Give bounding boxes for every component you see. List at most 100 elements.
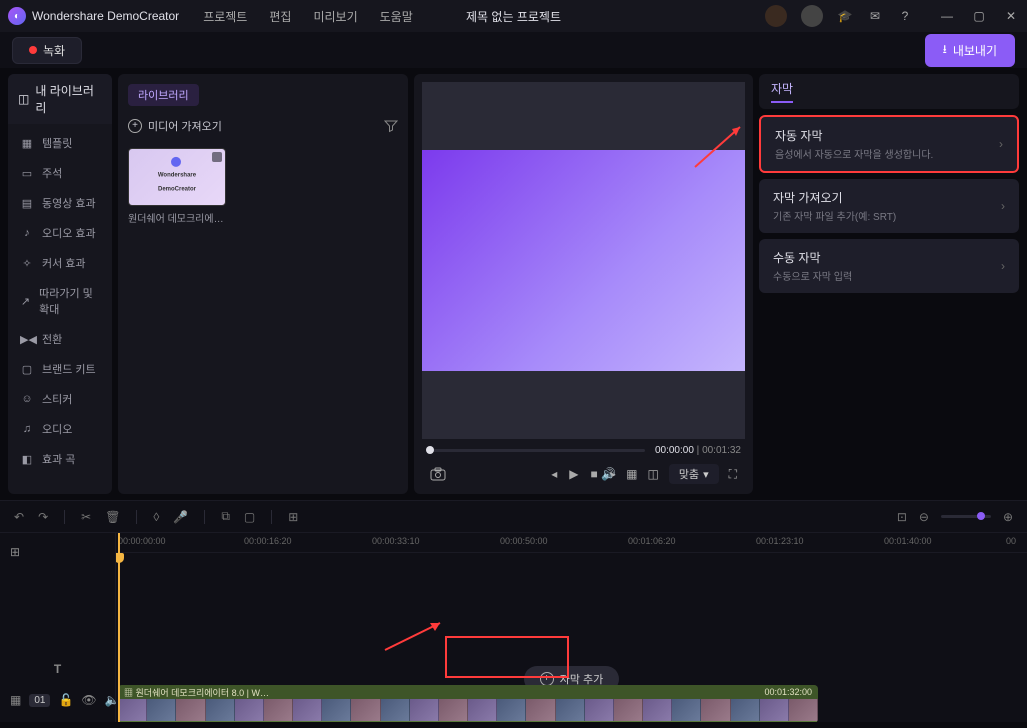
audio-fx-icon: ♪ — [20, 227, 34, 239]
zoom-slider[interactable] — [941, 515, 991, 518]
cut-icon[interactable]: ✂ — [81, 510, 91, 524]
media-thumbnail[interactable]: WondershareDemoCreator 원더쉐어 데모크리에이터 8… — [128, 148, 226, 225]
fit-dropdown[interactable]: 맞춤 ▾ — [669, 464, 719, 484]
sidebar-item-brand-kit[interactable]: ▢ 브랜드 키트 — [8, 354, 112, 384]
record-label: 녹화 — [43, 42, 65, 59]
video-track-icon[interactable]: ▦ — [10, 693, 21, 707]
grid-icon[interactable]: ▦ — [626, 467, 637, 481]
user-avatar-icon[interactable] — [801, 5, 823, 27]
menu-preview[interactable]: 미리보기 — [313, 8, 357, 25]
import-subtitle-card[interactable]: 자막 가져오기 기존 자막 파일 추가(예: SRT) › — [759, 179, 1019, 233]
timeline-track-headers: ⊞ T ▦ 01 🔓 👁 🔈 — [0, 533, 116, 722]
filter-icon[interactable] — [384, 119, 398, 133]
help-icon[interactable]: ? — [897, 8, 913, 24]
video-track: ▦ 원더쉐어 데모크리에이터 8.0 | W… 00:01:32:00 — [116, 685, 1027, 722]
app-logo: ◐ Wondershare DemoCreator — [8, 7, 179, 25]
sidebar-header[interactable]: ◫ 내 라이브러리 — [8, 74, 112, 124]
text-icon: T — [54, 662, 61, 676]
tab-subtitle[interactable]: 자막 — [771, 80, 793, 103]
ruler-tick: 00:00:16:20 — [244, 536, 292, 546]
sidebar-item-label: 스티커 — [42, 391, 72, 407]
scrub-track[interactable] — [426, 449, 645, 452]
import-media-button[interactable]: + 미디어 가져오기 — [128, 114, 222, 138]
sidebar-item-template[interactable]: ▦템플릿 — [8, 128, 112, 158]
prev-frame-icon[interactable]: ◂ — [551, 467, 557, 481]
menu-project[interactable]: 프로젝트 — [203, 8, 247, 25]
playhead-handle[interactable] — [116, 553, 124, 563]
stop-icon[interactable]: ■ — [590, 467, 597, 481]
mail-icon[interactable]: ✉ — [867, 8, 883, 24]
scrub-handle[interactable] — [426, 446, 434, 454]
plus-icon: + — [128, 119, 142, 133]
chevron-right-icon: › — [1001, 199, 1005, 213]
sidebar-item-label: 커서 효과 — [42, 255, 86, 271]
sidebar-item-annotation[interactable]: ▭주석 — [8, 158, 112, 188]
timeline-tracks[interactable]: 00:00:00:00 00:00:16:20 00:00:33:10 00:0… — [116, 533, 1027, 722]
card-title: 자동 자막 — [775, 127, 933, 144]
scrub-bar: 00:00:00 | 00:01:32 — [422, 439, 745, 462]
eye-icon[interactable]: 👁 — [81, 693, 96, 707]
maximize-icon[interactable]: ▢ — [971, 8, 987, 24]
video-track-header: ▦ 01 🔓 👁 🔈 — [0, 684, 115, 722]
minimize-icon[interactable]: — — [939, 8, 955, 24]
timeline: ↶ ↷ ✂ 🗑 ◊ 🎤 ⧉ ▢ ⊞ ⊡ ⊖ ⊕ ⊞ T ▦ — [0, 500, 1027, 722]
sidebar-item-transition[interactable]: ▶◀전환 — [8, 324, 112, 354]
right-panel: 자막 자동 자막 음성에서 자동으로 자막을 생성합니다. › 자막 가져오기 … — [759, 74, 1019, 494]
menu-edit[interactable]: 편집 — [269, 8, 291, 25]
auto-subtitle-card[interactable]: 자동 자막 음성에서 자동으로 자막을 생성합니다. › — [759, 115, 1019, 173]
add-track-button[interactable]: ⊞ — [0, 533, 115, 571]
playhead[interactable] — [118, 533, 120, 722]
delete-icon[interactable]: 🗑 — [105, 510, 120, 524]
volume-icon[interactable]: 🔊 — [601, 467, 616, 481]
sidebar-item-audio[interactable]: ♫오디오 — [8, 414, 112, 444]
fit-timeline-icon[interactable]: ⊡ — [897, 510, 907, 524]
timeline-ruler[interactable]: 00:00:00:00 00:00:16:20 00:00:33:10 00:0… — [116, 533, 1027, 553]
video-clip[interactable]: ▦ 원더쉐어 데모크리에이터 8.0 | W… 00:01:32:00 — [118, 685, 818, 722]
zoom-in-icon[interactable]: ⊕ — [1003, 510, 1013, 524]
timecode: 00:00:00 | 00:01:32 — [655, 445, 741, 456]
graduation-icon[interactable]: 🎓 — [837, 8, 853, 24]
sidebar-item-cursor-fx[interactable]: ✧커서 효과 — [8, 248, 112, 278]
sticker-icon: ☺ — [20, 393, 34, 405]
track-number: 01 — [29, 694, 50, 707]
library-icon: ◫ — [18, 92, 29, 106]
copy-icon[interactable]: ⧉ — [221, 509, 230, 524]
library-badge[interactable]: 라이브러리 — [128, 84, 199, 106]
preview-canvas[interactable] — [422, 82, 745, 439]
sound-fx-icon: ◧ — [20, 453, 34, 466]
cart-icon[interactable] — [765, 5, 787, 27]
right-tabs: 자막 — [759, 74, 1019, 109]
sidebar-item-label: 브랜드 키트 — [42, 361, 96, 377]
manual-subtitle-card[interactable]: 수동 자막 수동으로 자막 입력 › — [759, 239, 1019, 293]
marker-icon[interactable]: ◊ — [153, 510, 159, 524]
annotation-icon: ▭ — [20, 167, 34, 180]
card-subtitle: 음성에서 자동으로 자막을 생성합니다. — [775, 146, 933, 161]
group-icon[interactable]: ⊞ — [288, 510, 298, 524]
close-icon[interactable]: ✕ — [1003, 8, 1019, 24]
fullscreen-icon[interactable]: ⛶ — [729, 467, 737, 482]
record-button[interactable]: 녹화 — [12, 37, 82, 64]
action-bar: 녹화 ⭳ 내보내기 — [0, 32, 1027, 68]
card-subtitle: 수동으로 자막 입력 — [773, 268, 852, 283]
text-track-header[interactable]: T — [0, 654, 115, 684]
menu-help[interactable]: 도움말 — [380, 8, 413, 25]
lock-icon[interactable]: 🔓 — [58, 693, 73, 707]
mic-icon[interactable]: 🎤 — [173, 510, 188, 524]
brand-icon: ▢ — [20, 363, 34, 376]
sidebar-item-follow-zoom[interactable]: ↗따라가기 및 확대 — [8, 278, 112, 324]
zoom-handle[interactable] — [977, 512, 985, 520]
sidebar-item-label: 따라가기 및 확대 — [39, 285, 100, 317]
sidebar-item-sound-fx[interactable]: ◧효과 곡 — [8, 444, 112, 474]
undo-icon[interactable]: ↶ — [14, 510, 24, 524]
sidebar-item-video-fx[interactable]: ▤동영상 효과 — [8, 188, 112, 218]
play-icon[interactable]: ▶ — [569, 467, 578, 481]
paste-icon[interactable]: ▢ — [244, 510, 255, 524]
zoom-out-icon[interactable]: ⊖ — [919, 510, 929, 524]
fit-label: 맞춤 — [679, 466, 699, 482]
crop-icon[interactable]: ◫ — [647, 467, 658, 481]
sidebar-item-sticker[interactable]: ☺ 스티커 — [8, 384, 112, 414]
export-button[interactable]: ⭳ 내보내기 — [925, 34, 1015, 67]
sidebar-item-audio-fx[interactable]: ♪오디오 효과 — [8, 218, 112, 248]
snapshot-icon[interactable] — [430, 467, 446, 481]
redo-icon[interactable]: ↷ — [38, 510, 48, 524]
